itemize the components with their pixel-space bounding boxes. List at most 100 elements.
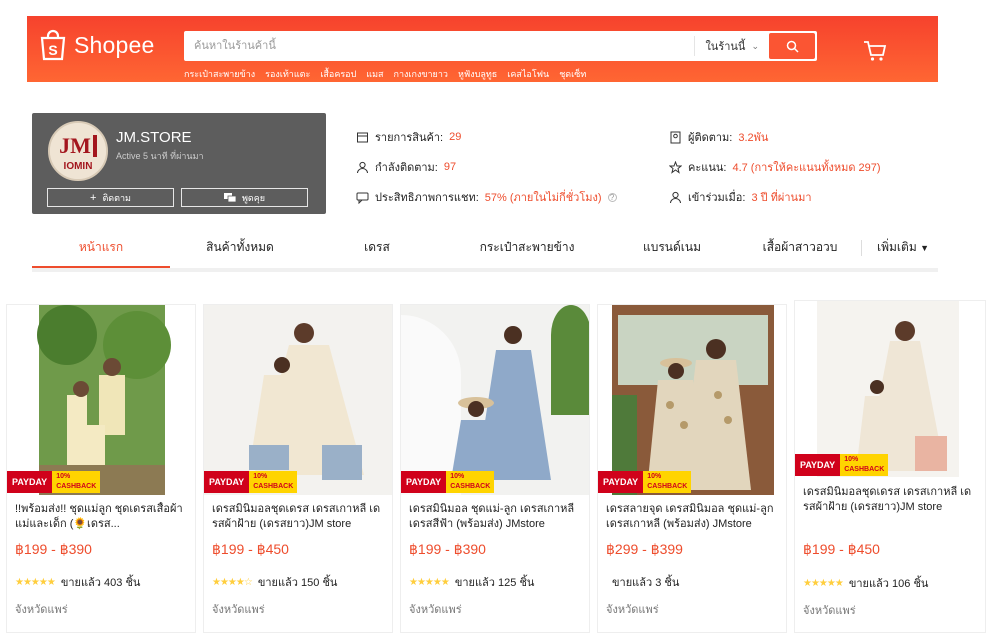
follow-button[interactable]: + ติดตาม bbox=[47, 188, 174, 207]
stat-rating: คะแนน: 4.7 (การให้คะแนนทั้งหมด 297) bbox=[669, 158, 881, 176]
sold-count: ขายแล้ว 403 ชิ้น bbox=[60, 577, 141, 589]
product-location: จังหวัดแพร่ bbox=[803, 605, 856, 617]
product-card[interactable]: PAYDAY 10% CASHBACK เดรสลายจุด เดรสมินิมอ… bbox=[597, 304, 787, 633]
nav-underline bbox=[32, 268, 938, 272]
tab-shoulder-bag[interactable]: กระเป๋าสะพายข้าง bbox=[452, 232, 602, 268]
product-title[interactable]: เดรสลายจุด เดรสมินิมอล ชุดแม่-ลูก เดรสเก… bbox=[606, 502, 780, 532]
product-meta: ★★★★★ ขายแล้ว 125 ชิ้น bbox=[409, 573, 534, 591]
plus-icon: + bbox=[90, 191, 97, 204]
cashback-label: 10% CASHBACK bbox=[446, 471, 495, 493]
tab-home[interactable]: หน้าแรก bbox=[32, 232, 170, 268]
sold-count: ขายแล้ว 106 ชิ้น bbox=[848, 578, 929, 590]
product-price: ฿199 - ฿450 bbox=[803, 541, 880, 557]
payday-badge: PAYDAY 10% CASHBACK bbox=[795, 454, 889, 476]
stat-label: ประสิทธิภาพการแชท: bbox=[375, 192, 479, 204]
hot-word-link[interactable]: กระเป๋าสะพายข้าง bbox=[184, 67, 255, 81]
stat-value: 57% (ภายในไม่กี่ชั่วโมง) bbox=[484, 192, 602, 204]
user-icon bbox=[670, 191, 681, 203]
stat-value: 97 bbox=[443, 161, 457, 173]
stat-followers: ผู้ติดตาม: 3.2พัน bbox=[669, 128, 768, 146]
hot-word-link[interactable]: แมส bbox=[366, 67, 383, 81]
payday-badge: PAYDAY 10% CASHBACK bbox=[204, 471, 298, 493]
hot-word-link[interactable]: หูฟังบลูทูธ bbox=[458, 67, 497, 81]
product-meta: ★★★★★ ขายแล้ว 106 ชิ้น bbox=[803, 574, 928, 592]
shop-avatar[interactable]: JM IOMIN bbox=[48, 121, 108, 181]
search-input[interactable] bbox=[184, 31, 695, 61]
payday-badge: PAYDAY 10% CASHBACK bbox=[401, 471, 495, 493]
hot-words: กระเป๋าสะพายข้าง รองเท้าแตะ เสื้อครอป แม… bbox=[184, 67, 586, 81]
payday-badge: PAYDAY 10% CASHBACK bbox=[7, 471, 101, 493]
hot-word-link[interactable]: เคสไอโฟน bbox=[507, 67, 549, 81]
star-icon bbox=[669, 160, 682, 174]
svg-text:S: S bbox=[48, 42, 57, 58]
payday-label: PAYDAY bbox=[204, 471, 250, 493]
search-scope-label: ในร้านนี้ bbox=[705, 41, 746, 53]
svg-text:JM: JM bbox=[59, 133, 91, 158]
payday-badge: PAYDAY 10% CASHBACK bbox=[598, 471, 692, 493]
hot-word-link[interactable]: เสื้อครอป bbox=[320, 67, 356, 81]
product-image[interactable] bbox=[598, 305, 786, 495]
rating-stars: ★★★★★ bbox=[409, 576, 450, 588]
product-location: จังหวัดแพร่ bbox=[212, 604, 265, 616]
search-scope-dropdown[interactable]: ในร้านนี้ ⌄ bbox=[694, 36, 769, 56]
search-icon bbox=[786, 40, 799, 53]
stat-value: 4.7 (การให้คะแนนทั้งหมด 297) bbox=[732, 162, 881, 174]
user-icon bbox=[357, 161, 368, 173]
payday-label: PAYDAY bbox=[795, 454, 841, 476]
product-card[interactable]: PAYDAY 10% CASHBACK เดรสมินิมอลชุดเดรส เด… bbox=[203, 304, 393, 633]
tab-brand-name[interactable]: แบรนด์เนม bbox=[612, 232, 732, 268]
hot-word-link[interactable]: กางเกงขายาว bbox=[394, 67, 448, 81]
product-image[interactable] bbox=[204, 305, 392, 495]
help-icon[interactable]: ? bbox=[607, 192, 617, 202]
product-title[interactable]: !!พร้อมส่ง!! ชุดแม่ลูก ชุดเดรสเสื้อผ้าแม… bbox=[15, 502, 189, 532]
product-title[interactable]: เดรสมินิมอลชุดเดรส เดรสเกาหลี เดรสผ้าฝ้า… bbox=[212, 502, 386, 532]
stat-value: 29 bbox=[449, 131, 462, 143]
product-meta: ★★★★☆ ขายแล้ว 150 ชิ้น bbox=[212, 573, 337, 591]
stat-label: ผู้ติดตาม: bbox=[688, 132, 733, 144]
tab-plus-size[interactable]: เสื้อผ้าสาวอวบ bbox=[740, 232, 860, 268]
nav-divider bbox=[861, 240, 862, 256]
cashback-label: 10% CASHBACK bbox=[840, 454, 889, 476]
chat-button[interactable]: พูดคุย bbox=[181, 188, 308, 207]
tab-dress[interactable]: เดรส bbox=[332, 232, 422, 268]
product-image[interactable] bbox=[7, 305, 195, 495]
shopee-logo[interactable]: S Shopee bbox=[38, 29, 155, 61]
stat-value: 3 ปี ที่ผ่านมา bbox=[751, 192, 812, 204]
stat-label: คะแนน: bbox=[688, 162, 727, 174]
cashback-label: 10% CASHBACK bbox=[52, 471, 101, 493]
hot-word-link[interactable]: รองเท้าแตะ bbox=[265, 67, 310, 81]
payday-label: PAYDAY bbox=[7, 471, 53, 493]
tab-all-products[interactable]: สินค้าทั้งหมด bbox=[175, 232, 305, 268]
sold-count: ขายแล้ว 150 ชิ้น bbox=[257, 577, 338, 589]
product-price: ฿299 - ฿399 bbox=[606, 541, 683, 557]
product-image[interactable] bbox=[795, 301, 985, 477]
product-card[interactable]: PAYDAY 10% CASHBACK เดรสมินิมอลชุดเดรส เด… bbox=[794, 300, 986, 633]
chat-label: พูดคุย bbox=[241, 192, 266, 203]
hot-word-link[interactable]: ชุดเซ็ท bbox=[559, 67, 586, 81]
shop-name: JM.STORE bbox=[116, 129, 192, 146]
stat-label: รายการสินค้า: bbox=[375, 132, 444, 144]
rating-stars: ★★★★★ bbox=[803, 577, 844, 589]
stat-value: 3.2พัน bbox=[738, 132, 769, 144]
payday-label: PAYDAY bbox=[598, 471, 644, 493]
stat-products: รายการสินค้า: 29 bbox=[356, 128, 461, 146]
chat-bubble-icon bbox=[356, 192, 369, 204]
tab-more[interactable]: เพิ่มเติม ▼ bbox=[868, 232, 938, 268]
product-card[interactable]: PAYDAY 10% CASHBACK !!พร้อมส่ง!! ชุดแม่ลู… bbox=[6, 304, 196, 633]
cart-icon[interactable] bbox=[863, 40, 887, 62]
product-image[interactable] bbox=[401, 305, 589, 495]
follow-label: ติดตาม bbox=[102, 192, 131, 203]
stat-chat-performance: ประสิทธิภาพการแชท: 57% (ภายในไม่กี่ชั่วโ… bbox=[356, 188, 617, 206]
product-title[interactable]: เดรสมินิมอล ชุดแม่-ลูก เดรสเกาหลีเดรสสีฟ… bbox=[409, 502, 583, 532]
rating-stars: ★★★★☆ bbox=[212, 576, 253, 588]
top-header: S Shopee ในร้านนี้ ⌄ กระเป๋าสะพายข้าง รอ… bbox=[27, 16, 938, 82]
search-button[interactable] bbox=[769, 33, 815, 59]
caret-down-icon: ▼ bbox=[920, 243, 929, 253]
product-location: จังหวัดแพร่ bbox=[606, 604, 659, 616]
product-location: จังหวัดแพร่ bbox=[15, 604, 68, 616]
product-price: ฿199 - ฿390 bbox=[15, 541, 92, 557]
product-title[interactable]: เดรสมินิมอลชุดเดรส เดรสเกาหลี เดรสผ้าฝ้า… bbox=[803, 485, 977, 515]
shop-nav: หน้าแรก สินค้าทั้งหมด เดรส กระเป๋าสะพายข… bbox=[32, 232, 938, 272]
logo-text: Shopee bbox=[74, 31, 155, 58]
product-card[interactable]: PAYDAY 10% CASHBACK เดรสมินิมอล ชุดแม่-ลู… bbox=[400, 304, 590, 633]
